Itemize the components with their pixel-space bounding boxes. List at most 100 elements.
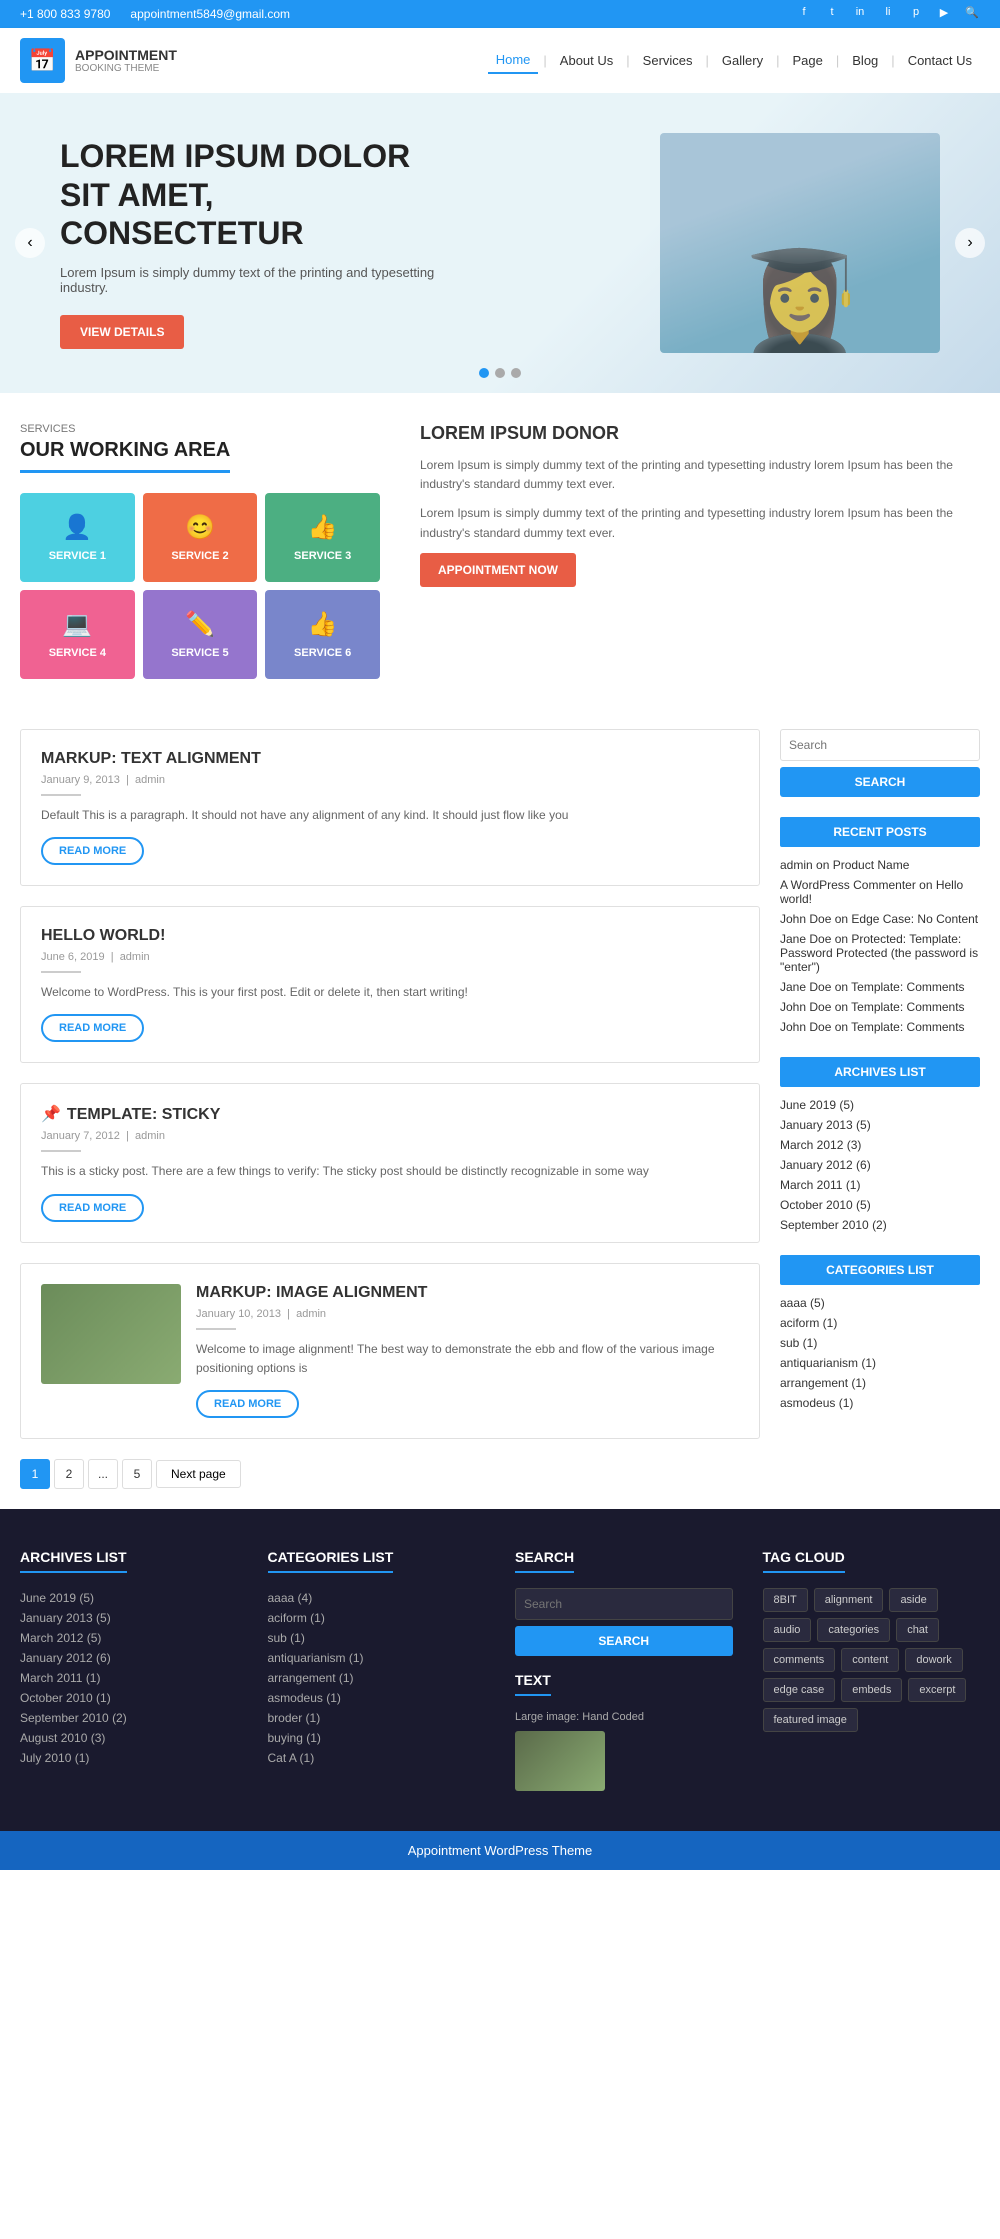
page-btn-5[interactable]: 5 [122, 1459, 152, 1489]
nav-services[interactable]: Services [635, 48, 701, 73]
tag-excerpt[interactable]: excerpt [908, 1678, 966, 1702]
recent-post-1[interactable]: admin on Product Name [780, 855, 980, 875]
tag-aside[interactable]: aside [889, 1588, 937, 1612]
fw-archive-9[interactable]: July 2010 (1) [20, 1748, 238, 1768]
archive-oct10[interactable]: October 2010 (5) [780, 1195, 980, 1215]
facebook-icon[interactable]: f [796, 6, 812, 22]
next-page-button[interactable]: Next page [156, 1460, 241, 1488]
post-divider-1 [41, 794, 81, 796]
nav-gallery[interactable]: Gallery [714, 48, 771, 73]
fw-cat-arrangement[interactable]: arrangement (1) [268, 1668, 486, 1688]
logo[interactable]: 📅 APPOINTMENT BOOKING THEME [20, 38, 177, 83]
instagram-icon[interactable]: in [852, 6, 868, 22]
post-divider-2 [41, 971, 81, 973]
hero-description: Lorem Ipsum is simply dummy text of the … [60, 265, 460, 295]
twitter-icon[interactable]: t [824, 6, 840, 22]
fw-archive-8[interactable]: August 2010 (3) [20, 1728, 238, 1748]
hero-dot-1[interactable] [479, 368, 489, 378]
cat-sub[interactable]: sub (1) [780, 1333, 980, 1353]
hero-cta-button[interactable]: VIEW DETAILS [60, 315, 184, 349]
sidebar-search-input[interactable] [780, 729, 980, 761]
tag-featured-image[interactable]: featured image [763, 1708, 858, 1732]
fw-archive-6[interactable]: October 2010 (1) [20, 1688, 238, 1708]
footer-search-button[interactable]: SEARCH [515, 1626, 733, 1656]
service-card-2[interactable]: 😊 SERVICE 2 [143, 493, 258, 582]
fw-archive-2[interactable]: January 2013 (5) [20, 1608, 238, 1628]
post-title-2: HELLO WORLD! [41, 927, 739, 945]
fw-cat-aaaa[interactable]: aaaa (4) [268, 1588, 486, 1608]
page-btn-2[interactable]: 2 [54, 1459, 84, 1489]
recent-post-7[interactable]: John Doe on Template: Comments [780, 1017, 980, 1037]
fw-cat-aciform[interactable]: aciform (1) [268, 1608, 486, 1628]
service-card-1[interactable]: 👤 SERVICE 1 [20, 493, 135, 582]
archive-jan12[interactable]: January 2012 (6) [780, 1155, 980, 1175]
hero-content: LOREM IPSUM DOLOR SIT AMET, CONSECTETUR … [60, 137, 460, 348]
service-card-4[interactable]: 💻 SERVICE 4 [20, 590, 135, 679]
recent-post-2[interactable]: A WordPress Commenter on Hello world! [780, 875, 980, 909]
nav-about[interactable]: About Us [552, 48, 621, 73]
nav-home[interactable]: Home [488, 47, 539, 74]
fw-archive-7[interactable]: September 2010 (2) [20, 1708, 238, 1728]
nav-contact[interactable]: Contact Us [900, 48, 980, 73]
nav-sep: | [776, 53, 779, 68]
cat-aciform[interactable]: aciform (1) [780, 1313, 980, 1333]
fw-archive-5[interactable]: March 2011 (1) [20, 1668, 238, 1688]
cat-asmodeus[interactable]: asmodeus (1) [780, 1393, 980, 1413]
services-desc-title: LOREM IPSUM DONOR [420, 423, 960, 444]
recent-post-3[interactable]: John Doe on Edge Case: No Content [780, 909, 980, 929]
sidebar-search-button[interactable]: SEARCH [780, 767, 980, 797]
nav-page[interactable]: Page [785, 48, 831, 73]
service-card-3[interactable]: 👍 SERVICE 3 [265, 493, 380, 582]
post-thumb-placeholder [41, 1284, 181, 1384]
archive-sep10[interactable]: September 2010 (2) [780, 1215, 980, 1235]
tag-8bit[interactable]: 8BIT [763, 1588, 808, 1612]
tag-dowork[interactable]: dowork [905, 1648, 962, 1672]
fw-cat-broder[interactable]: broder (1) [268, 1708, 486, 1728]
cat-antiquarianism[interactable]: antiquarianism (1) [780, 1353, 980, 1373]
appointment-button[interactable]: APPOINTMENT NOW [420, 553, 576, 587]
fw-archive-3[interactable]: March 2012 (5) [20, 1628, 238, 1648]
tag-alignment[interactable]: alignment [814, 1588, 884, 1612]
nav-sep: | [543, 53, 546, 68]
fw-archive-4[interactable]: January 2012 (6) [20, 1648, 238, 1668]
search-icon[interactable]: 🔍 [964, 6, 980, 22]
recent-post-4[interactable]: Jane Doe on Protected: Template: Passwor… [780, 929, 980, 977]
hero-dot-2[interactable] [495, 368, 505, 378]
fw-cat-antiquarianism[interactable]: antiquarianism (1) [268, 1648, 486, 1668]
service-card-6[interactable]: 👍 SERVICE 6 [265, 590, 380, 679]
page-btn-1[interactable]: 1 [20, 1459, 50, 1489]
fw-cat-buying[interactable]: buying (1) [268, 1728, 486, 1748]
archive-mar12[interactable]: March 2012 (3) [780, 1135, 980, 1155]
read-more-button-4[interactable]: READ MORE [196, 1390, 299, 1418]
cat-aaaa[interactable]: aaaa (5) [780, 1293, 980, 1313]
fw-cat-cata[interactable]: Cat A (1) [268, 1748, 486, 1768]
cat-arrangement[interactable]: arrangement (1) [780, 1373, 980, 1393]
tag-audio[interactable]: audio [763, 1618, 812, 1642]
tag-categories[interactable]: categories [817, 1618, 890, 1642]
hero-dot-3[interactable] [511, 368, 521, 378]
fw-cat-sub[interactable]: sub (1) [268, 1628, 486, 1648]
nav-blog[interactable]: Blog [844, 48, 886, 73]
recent-post-5[interactable]: Jane Doe on Template: Comments [780, 977, 980, 997]
fw-archive-1[interactable]: June 2019 (5) [20, 1588, 238, 1608]
hero-next-button[interactable]: › [955, 228, 985, 258]
pinterest-icon[interactable]: p [908, 6, 924, 22]
service-card-5[interactable]: ✏️ SERVICE 5 [143, 590, 258, 679]
recent-post-6[interactable]: John Doe on Template: Comments [780, 997, 980, 1017]
tag-edge-case[interactable]: edge case [763, 1678, 836, 1702]
read-more-button-1[interactable]: READ MORE [41, 837, 144, 865]
tag-embeds[interactable]: embeds [841, 1678, 902, 1702]
read-more-button-2[interactable]: READ MORE [41, 1014, 144, 1042]
linkedin-icon[interactable]: li [880, 6, 896, 22]
tag-comments[interactable]: comments [763, 1648, 836, 1672]
fw-cat-asmodeus[interactable]: asmodeus (1) [268, 1688, 486, 1708]
archive-jun19[interactable]: June 2019 (5) [780, 1095, 980, 1115]
archive-mar11[interactable]: March 2011 (1) [780, 1175, 980, 1195]
read-more-button-3[interactable]: READ MORE [41, 1194, 144, 1222]
youtube-icon[interactable]: ▶ [936, 6, 952, 22]
tag-content[interactable]: content [841, 1648, 899, 1672]
tag-chat[interactable]: chat [896, 1618, 939, 1642]
footer-search-input[interactable] [515, 1588, 733, 1620]
hero-prev-button[interactable]: ‹ [15, 228, 45, 258]
archive-jan13[interactable]: January 2013 (5) [780, 1115, 980, 1135]
